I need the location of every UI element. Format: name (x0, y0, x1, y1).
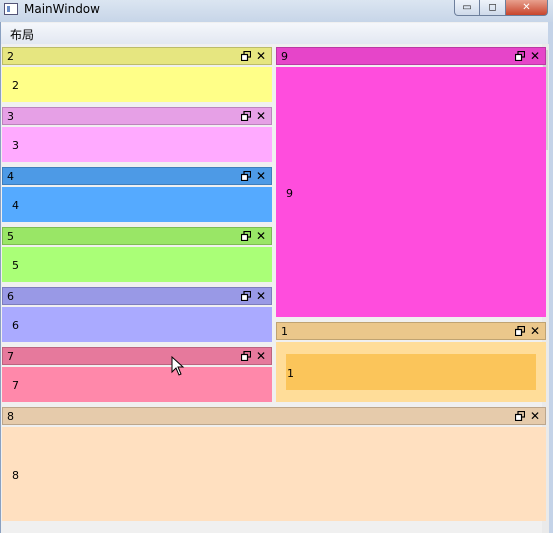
window-title: MainWindow (24, 2, 100, 16)
menu-bar: 布局 (1, 23, 548, 44)
panel-2-body: 2 (2, 67, 272, 102)
close-window-button[interactable]: ✕ (506, 0, 548, 16)
panel-4-header[interactable]: 4 ✕ (2, 167, 272, 185)
panel-3-content: 3 (12, 139, 19, 152)
panel-4-title: 4 (7, 170, 14, 183)
menu-item-layout[interactable]: 布局 (10, 26, 34, 43)
panel-7-content: 7 (12, 379, 19, 392)
close-icon[interactable]: ✕ (530, 48, 540, 64)
restore-window-icon[interactable] (241, 351, 251, 361)
panel-1-content: 1 (287, 367, 294, 380)
close-icon[interactable]: ✕ (256, 228, 266, 244)
close-icon[interactable]: ✕ (256, 288, 266, 304)
dock-panel-6: 6 ✕ 6 (2, 287, 272, 342)
panel-7-title: 7 (7, 350, 14, 363)
restore-window-icon[interactable] (515, 51, 525, 61)
dock-panel-5: 5 ✕ 5 (2, 227, 272, 282)
dock-panel-4: 4 ✕ 4 (2, 167, 272, 222)
dock-panel-8: 8 ✕ 8 (2, 407, 546, 521)
panel-6-title: 6 (7, 290, 14, 303)
restore-window-icon[interactable] (241, 111, 251, 121)
dock-panel-3: 3 ✕ 3 (2, 107, 272, 162)
panel-5-content: 5 (12, 259, 19, 272)
panel-2-header[interactable]: 2 ✕ (2, 47, 272, 65)
panel-6-body: 6 (2, 307, 272, 342)
mouse-pointer-icon (171, 356, 185, 376)
panel-8-content: 8 (12, 469, 19, 482)
panel-4-body: 4 (2, 187, 272, 222)
panel-9-content: 9 (286, 187, 293, 200)
panel-3-body: 3 (2, 127, 272, 162)
window-controls: ▭ ◻ ✕ (454, 0, 548, 16)
dock-panel-2: 2 ✕ 2 (2, 47, 272, 102)
dock-panel-1: 1 ✕ 1 (276, 322, 546, 402)
maximize-button[interactable]: ◻ (480, 0, 506, 16)
panel-7-header[interactable]: 7 ✕ (2, 347, 272, 365)
panel-7-body: 7 (2, 367, 272, 402)
panel-9-body: 9 (276, 67, 546, 317)
panel-6-header[interactable]: 6 ✕ (2, 287, 272, 305)
dock-panel-9: 9 ✕ 9 (276, 47, 546, 317)
panel-5-body: 5 (2, 247, 272, 282)
close-icon[interactable]: ✕ (256, 348, 266, 364)
restore-window-icon[interactable] (241, 171, 251, 181)
restore-window-icon[interactable] (241, 291, 251, 301)
close-icon[interactable]: ✕ (530, 408, 540, 424)
restore-window-icon[interactable] (241, 51, 251, 61)
minimize-button[interactable]: ▭ (454, 0, 480, 16)
panel-8-body: 8 (2, 427, 546, 521)
panel-1-title: 1 (281, 325, 288, 338)
panel-9-header[interactable]: 9 ✕ (276, 47, 546, 65)
restore-window-icon[interactable] (241, 231, 251, 241)
panel-9-title: 9 (281, 50, 288, 63)
panel-1-body: 1 (276, 342, 546, 402)
panel-2-title: 2 (7, 50, 14, 63)
close-icon[interactable]: ✕ (256, 168, 266, 184)
close-icon[interactable]: ✕ (256, 48, 266, 64)
panel-5-title: 5 (7, 230, 14, 243)
panel-8-title: 8 (7, 410, 14, 423)
panel-3-header[interactable]: 3 ✕ (2, 107, 272, 125)
close-icon[interactable]: ✕ (256, 108, 266, 124)
dock-panel-7: 7 ✕ 7 (2, 347, 272, 402)
close-icon[interactable]: ✕ (530, 323, 540, 339)
panel-4-content: 4 (12, 199, 19, 212)
panel-2-content: 2 (12, 79, 19, 92)
panel-5-header[interactable]: 5 ✕ (2, 227, 272, 245)
panel-8-header[interactable]: 8 ✕ (2, 407, 546, 425)
panel-3-title: 3 (7, 110, 14, 123)
panel-1-inner-box: 1 (286, 354, 536, 390)
panel-6-content: 6 (12, 319, 19, 332)
window-titlebar[interactable]: MainWindow ▭ ◻ ✕ (0, 0, 553, 22)
restore-window-icon[interactable] (515, 326, 525, 336)
panel-1-header[interactable]: 1 ✕ (276, 322, 546, 340)
app-icon (4, 3, 18, 15)
restore-window-icon[interactable] (515, 411, 525, 421)
